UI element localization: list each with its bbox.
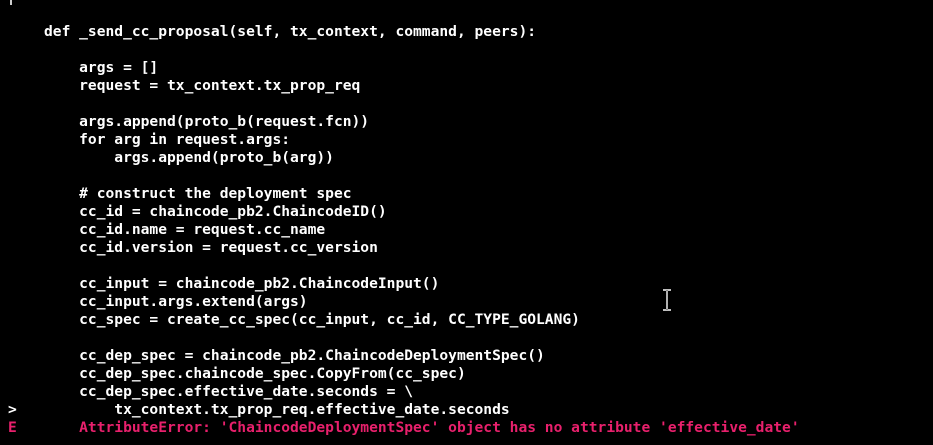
error-line: E AttributeError: 'ChaincodeDeploymentSp…: [8, 419, 800, 437]
code-text: for arg in request.args:: [44, 131, 291, 148]
code-line: cc_spec = create_cc_spec(cc_input, cc_id…: [8, 311, 580, 329]
code-line: # construct the deployment spec: [8, 185, 352, 203]
code-line: for arg in request.args:: [8, 131, 290, 149]
code-line: cc_dep_spec = chaincode_pb2.ChaincodeDep…: [8, 347, 545, 365]
code-line: def _send_cc_proposal(self, tx_context, …: [8, 23, 536, 41]
code-line: args.append(proto_b(request.fcn)): [8, 113, 369, 131]
code-text: cc_id.name = request.cc_name: [44, 221, 326, 238]
code-text: cc_id = chaincode_pb2.ChaincodeID(): [44, 203, 387, 220]
code-text: args = []: [44, 59, 159, 76]
code-text: cc_input = chaincode_pb2.ChaincodeInput(…: [44, 275, 440, 292]
error-message: AttributeError: 'ChaincodeDeploymentSpec…: [44, 419, 800, 436]
code-text: cc_id.version = request.cc_version: [44, 239, 378, 256]
ibeam-cursor-icon: [663, 289, 671, 311]
terminal-output[interactable]: def _send_cc_proposal(self, tx_context, …: [0, 0, 933, 445]
code-text: # construct the deployment spec: [44, 185, 352, 202]
code-line: cc_id.version = request.cc_version: [8, 239, 378, 257]
line-marker: >: [8, 401, 17, 418]
line-marker: E: [8, 419, 17, 436]
code-text: tx_context.tx_prop_req.effective_date.se…: [44, 401, 510, 418]
code-text: cc_input.args.extend(args): [44, 293, 308, 310]
code-text: args.append(proto_b(request.fcn)): [44, 113, 370, 130]
code-line: cc_input = chaincode_pb2.ChaincodeInput(…: [8, 275, 439, 293]
code-text: cc_dep_spec = chaincode_pb2.ChaincodeDep…: [44, 347, 545, 364]
scroll-edge-mark: [10, 0, 12, 5]
marked-code-line: > tx_context.tx_prop_req.effective_date.…: [8, 401, 510, 419]
code-line: cc_dep_spec.effective_date.seconds = \: [8, 383, 413, 401]
code-text: cc_spec = create_cc_spec(cc_input, cc_id…: [44, 311, 580, 328]
code-line: args.append(proto_b(arg)): [8, 149, 334, 167]
code-line: args = []: [8, 59, 158, 77]
code-line: request = tx_context.tx_prop_req: [8, 77, 360, 95]
code-line: cc_id.name = request.cc_name: [8, 221, 325, 239]
code-text: def _send_cc_proposal(self, tx_context, …: [44, 23, 537, 40]
code-text: cc_dep_spec.effective_date.seconds = \: [44, 383, 414, 400]
code-text: request = tx_context.tx_prop_req: [44, 77, 361, 94]
code-text: cc_dep_spec.chaincode_spec.CopyFrom(cc_s…: [44, 365, 466, 382]
code-line: cc_dep_spec.chaincode_spec.CopyFrom(cc_s…: [8, 365, 466, 383]
code-text: args.append(proto_b(arg)): [44, 149, 334, 166]
code-line: cc_id = chaincode_pb2.ChaincodeID(): [8, 203, 387, 221]
code-line: cc_input.args.extend(args): [8, 293, 308, 311]
